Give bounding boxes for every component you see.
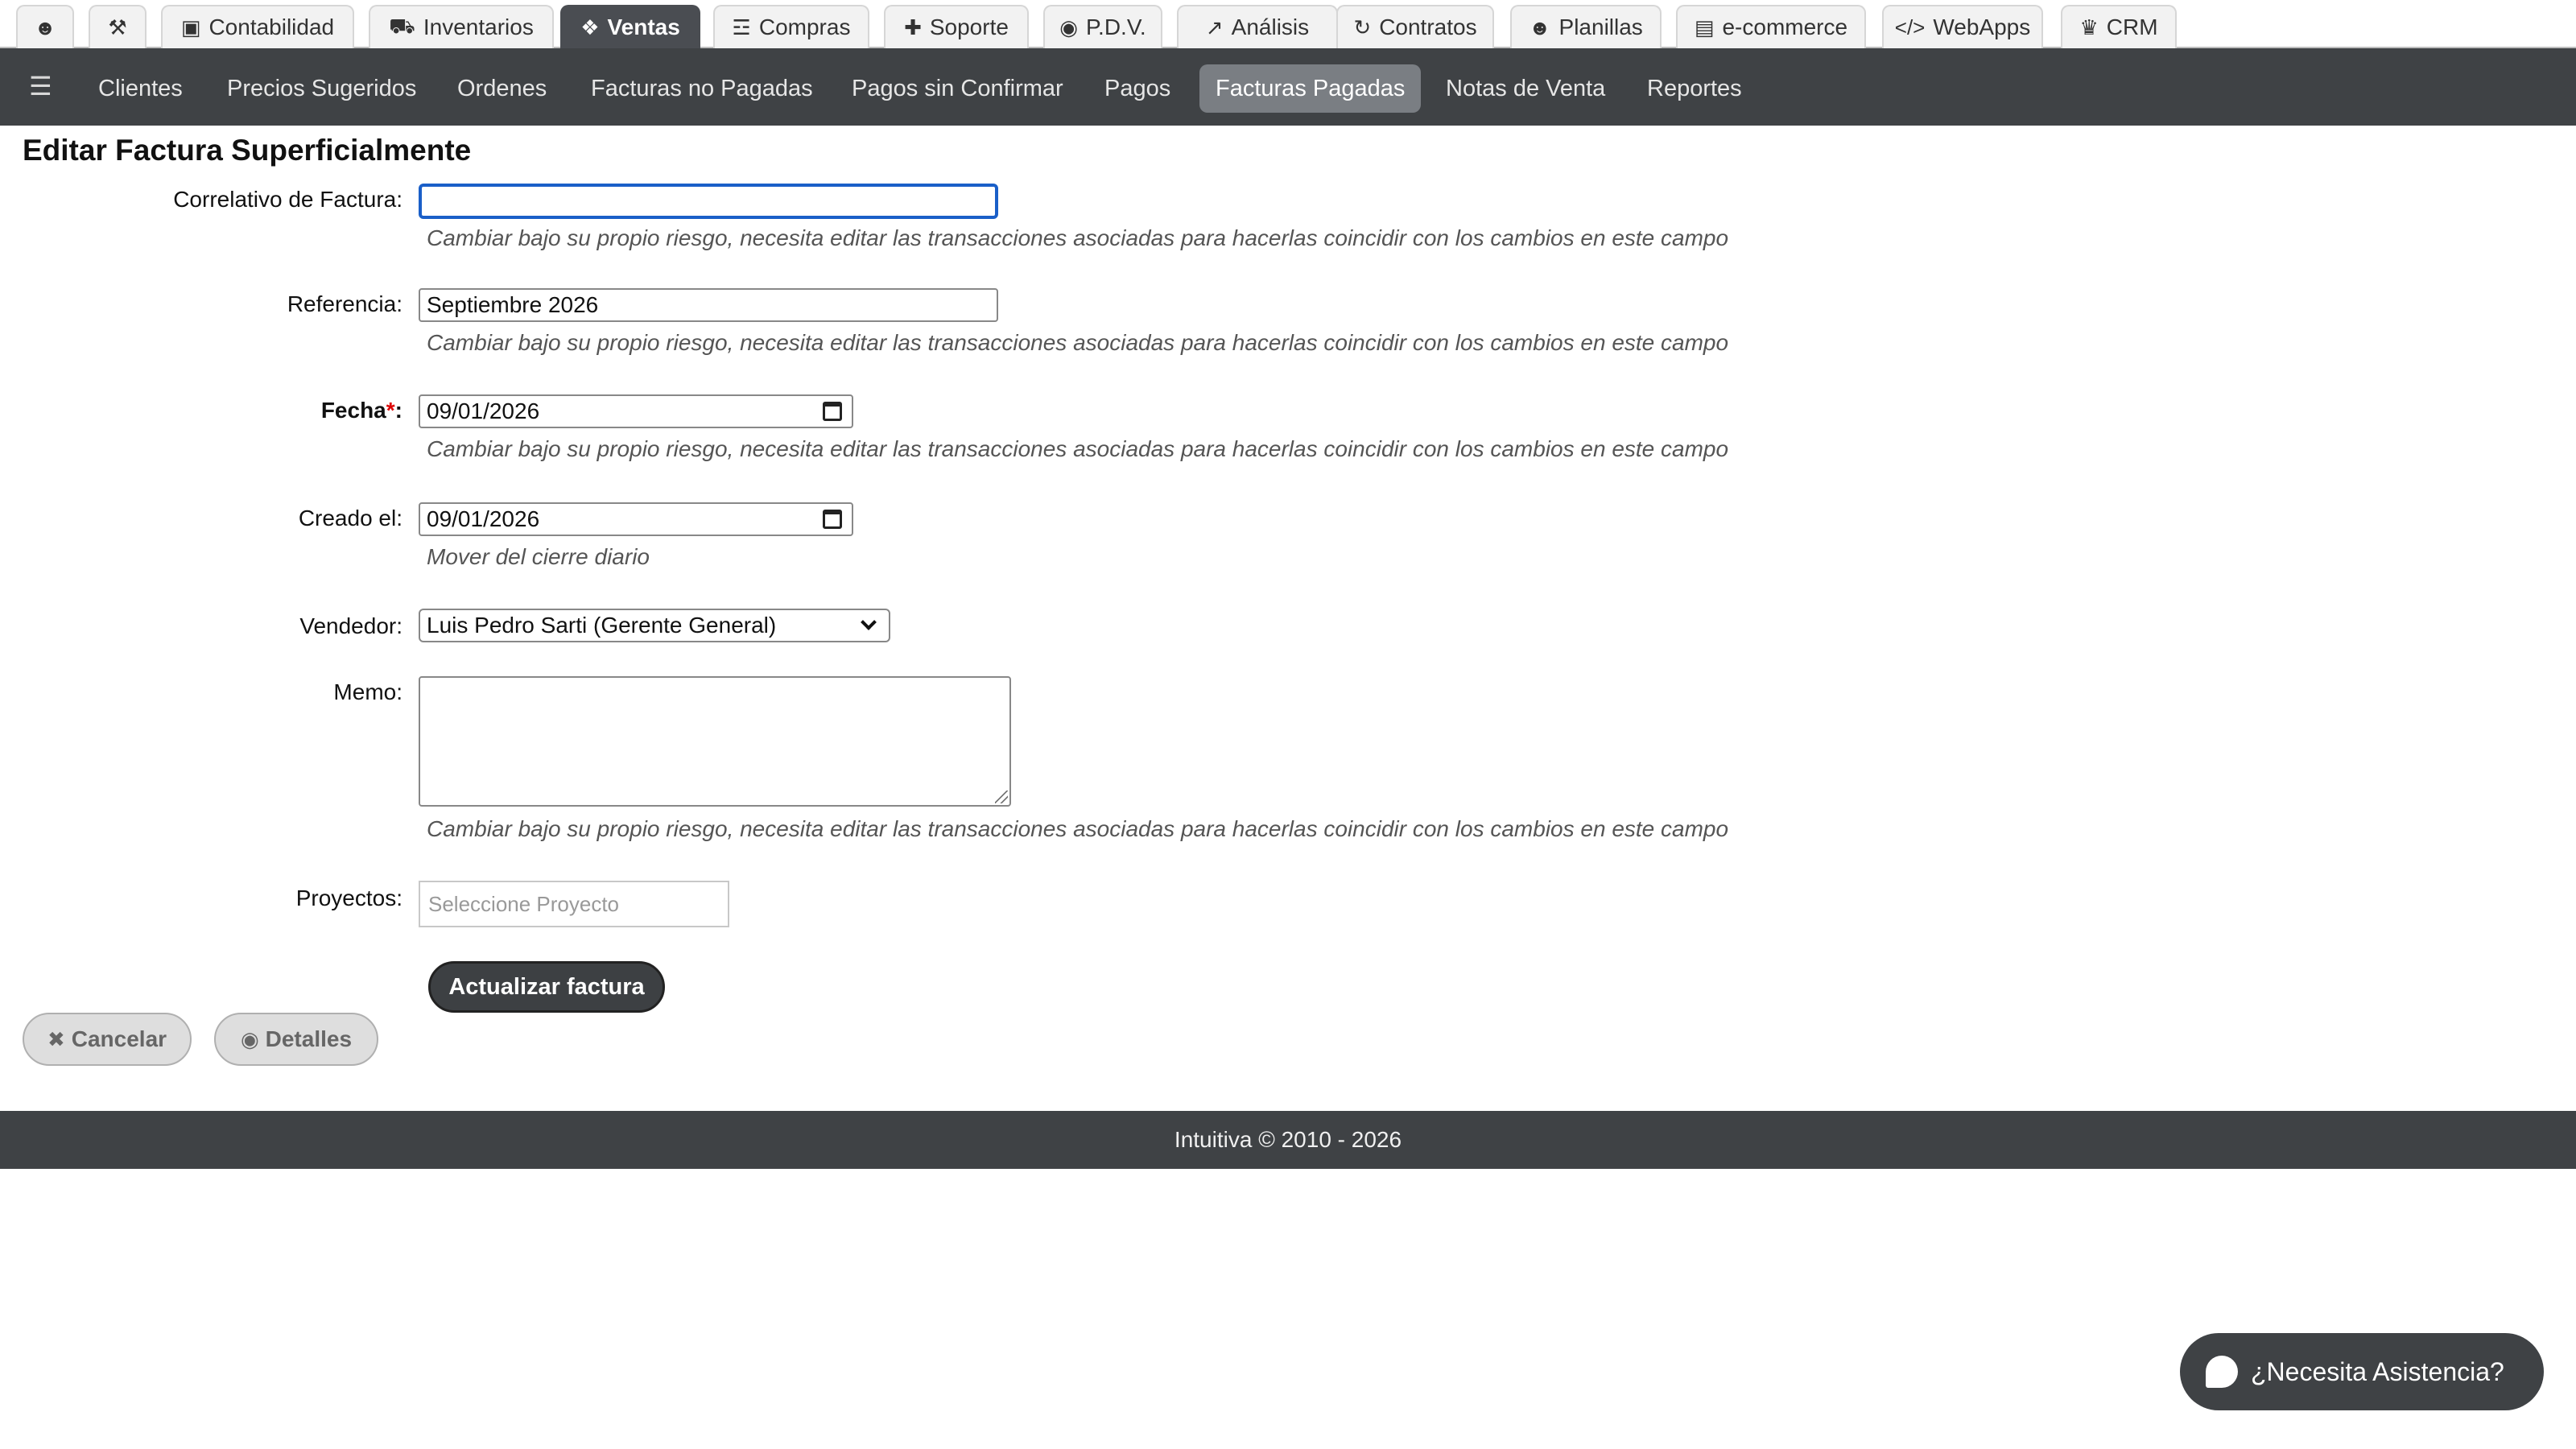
eye-icon: ◉ — [240, 1026, 259, 1051]
tab-label: CRM — [2106, 14, 2158, 39]
subnav-reportes[interactable]: Reportes — [1631, 64, 1758, 113]
creado-help: Mover del cierre diario — [427, 544, 650, 569]
tab-analisis[interactable]: ↗ Análisis — [1177, 5, 1338, 48]
medkit-icon: ✚ — [904, 14, 922, 39]
subnav-facturas-no-pagadas[interactable]: Facturas no Pagadas — [575, 64, 829, 113]
tab-label: e-commerce — [1722, 14, 1848, 39]
tab-ventas[interactable]: ❖ Ventas — [560, 5, 700, 48]
assistance-chat-button[interactable]: ¿Necesita Asistencia? — [2180, 1333, 2544, 1410]
memo-help: Cambiar bajo su propio riesgo, necesita … — [427, 816, 1729, 841]
referencia-help: Cambiar bajo su propio riesgo, necesita … — [427, 330, 1729, 355]
cancel-button[interactable]: ✖ Cancelar — [23, 1013, 192, 1066]
tab-label: Planillas — [1558, 14, 1643, 39]
details-button[interactable]: ◉ Detalles — [214, 1013, 378, 1066]
correlativo-input[interactable] — [419, 184, 998, 219]
footer: Intuitiva © 2010 - 2026 — [0, 1111, 2576, 1169]
tab-compras[interactable]: ☲ Compras — [713, 5, 869, 48]
tab-webapps[interactable]: </> WebApps — [1882, 5, 2043, 48]
money-icon: ▣ — [180, 14, 201, 39]
tab-crm[interactable]: ♛ CRM — [2061, 5, 2177, 48]
refresh-icon: ↻ — [1353, 14, 1372, 39]
proyectos-select-input[interactable]: Seleccione Proyecto — [419, 881, 729, 927]
resize-handle[interactable] — [995, 791, 1008, 803]
chevron-down-icon — [861, 614, 877, 630]
tab-label: Contratos — [1379, 14, 1477, 39]
update-invoice-label: Actualizar factura — [448, 973, 645, 1000]
truck-icon: ⛟ — [389, 13, 415, 38]
proyectos-placeholder: Seleccione Proyecto — [428, 891, 620, 916]
trophy-icon: ♛ — [2079, 14, 2099, 39]
footer-text: Intuitiva © 2010 - 2026 — [1174, 1127, 1402, 1152]
fecha-help: Cambiar bajo su propio riesgo, necesita … — [427, 436, 1729, 461]
fecha-label: Fecha*: — [0, 398, 402, 423]
correlativo-label: Correlativo de Factura: — [173, 187, 402, 212]
subnav-clientes[interactable]: Clientes — [82, 64, 199, 113]
credit-card-icon: ▤ — [1694, 14, 1715, 39]
tab-contabilidad[interactable]: ▣ Contabilidad — [161, 5, 354, 48]
cart-icon: ☲ — [732, 14, 751, 39]
subnav-pagos-sin-confirmar[interactable]: Pagos sin Confirmar — [836, 64, 1080, 113]
subnav-ordenes[interactable]: Ordenes — [441, 64, 563, 113]
vendedor-selected-value: Luis Pedro Sarti (Gerente General) — [427, 613, 777, 638]
close-icon: ✖ — [47, 1026, 65, 1051]
sub-navigation: ☰ Clientes Precios Sugeridos Ordenes Fac… — [0, 48, 2576, 126]
users-icon: ☻ — [34, 14, 56, 39]
tab-contratos[interactable]: ↻ Contratos — [1336, 5, 1494, 48]
chat-bubble-icon — [2206, 1356, 2238, 1388]
tags-icon: ❖ — [580, 14, 600, 39]
tab-label: Ventas — [607, 14, 680, 39]
tab-pdv[interactable]: ◉ P.D.V. — [1043, 5, 1162, 48]
tab-tools[interactable]: ⚒ — [89, 5, 147, 48]
tab-soporte[interactable]: ✚ Soporte — [884, 5, 1029, 48]
tab-ecommerce[interactable]: ▤ e-commerce — [1676, 5, 1866, 48]
correlativo-help: Cambiar bajo su propio riesgo, necesita … — [427, 225, 1729, 250]
creado-value: 09/01/2026 — [427, 506, 540, 531]
fecha-label-text: Fecha — [320, 398, 386, 423]
tab-label: P.D.V. — [1085, 14, 1146, 39]
page-title: Editar Factura Superficialmente — [23, 134, 472, 167]
tab-inventarios[interactable]: ⛟ Inventarios — [369, 5, 554, 48]
target-icon: ◉ — [1059, 14, 1078, 39]
fecha-date-input[interactable]: 09/01/2026 — [419, 394, 853, 428]
update-invoice-button[interactable]: Actualizar factura — [428, 961, 665, 1013]
referencia-label: Referencia: — [287, 291, 402, 316]
fecha-value: 09/01/2026 — [427, 398, 540, 423]
line-chart-icon: ↗ — [1205, 14, 1224, 39]
calendar-icon[interactable] — [823, 510, 842, 529]
subnav-facturas-pagadas[interactable]: Facturas Pagadas — [1199, 64, 1422, 113]
tab-label: WebApps — [1933, 14, 2031, 39]
memo-label: Memo: — [333, 679, 402, 704]
wrench-icon: ⚒ — [108, 14, 127, 39]
tab-label: Soporte — [929, 14, 1009, 39]
creado-label: Creado el: — [298, 506, 402, 530]
proyectos-label: Proyectos: — [295, 886, 402, 910]
tab-users[interactable]: ☻ — [16, 5, 74, 48]
creado-date-input[interactable]: 09/01/2026 — [419, 502, 853, 536]
group-icon: ☻ — [1529, 14, 1551, 39]
code-icon: </> — [1894, 14, 1926, 39]
details-label: Detalles — [265, 1026, 353, 1051]
sliders-icon[interactable]: ☰ — [29, 71, 55, 103]
vendedor-label: Vendedor: — [299, 613, 402, 638]
tab-label: Contabilidad — [208, 14, 335, 39]
subnav-notas-de-venta[interactable]: Notas de Venta — [1430, 64, 1621, 113]
subnav-pagos[interactable]: Pagos — [1088, 64, 1187, 113]
tab-label: Compras — [758, 14, 851, 39]
fecha-label-colon: : — [394, 398, 402, 423]
vendedor-select[interactable]: Luis Pedro Sarti (Gerente General) — [419, 609, 890, 642]
memo-textarea[interactable] — [419, 676, 1011, 807]
tab-planillas[interactable]: ☻ Planillas — [1510, 5, 1662, 48]
calendar-icon[interactable] — [823, 402, 842, 421]
referencia-input[interactable] — [419, 288, 998, 322]
tab-label: Inventarios — [423, 14, 534, 39]
top-module-tabs: ☻ ⚒ ▣ Contabilidad ⛟ Inventarios ❖ Venta… — [0, 0, 2576, 48]
cancel-label: Cancelar — [71, 1026, 167, 1051]
subnav-precios-sugeridos[interactable]: Precios Sugeridos — [211, 64, 432, 113]
tab-label: Análisis — [1231, 14, 1310, 39]
required-mark: * — [386, 398, 395, 423]
assistance-label: ¿Necesita Asistencia? — [2251, 1356, 2504, 1386]
